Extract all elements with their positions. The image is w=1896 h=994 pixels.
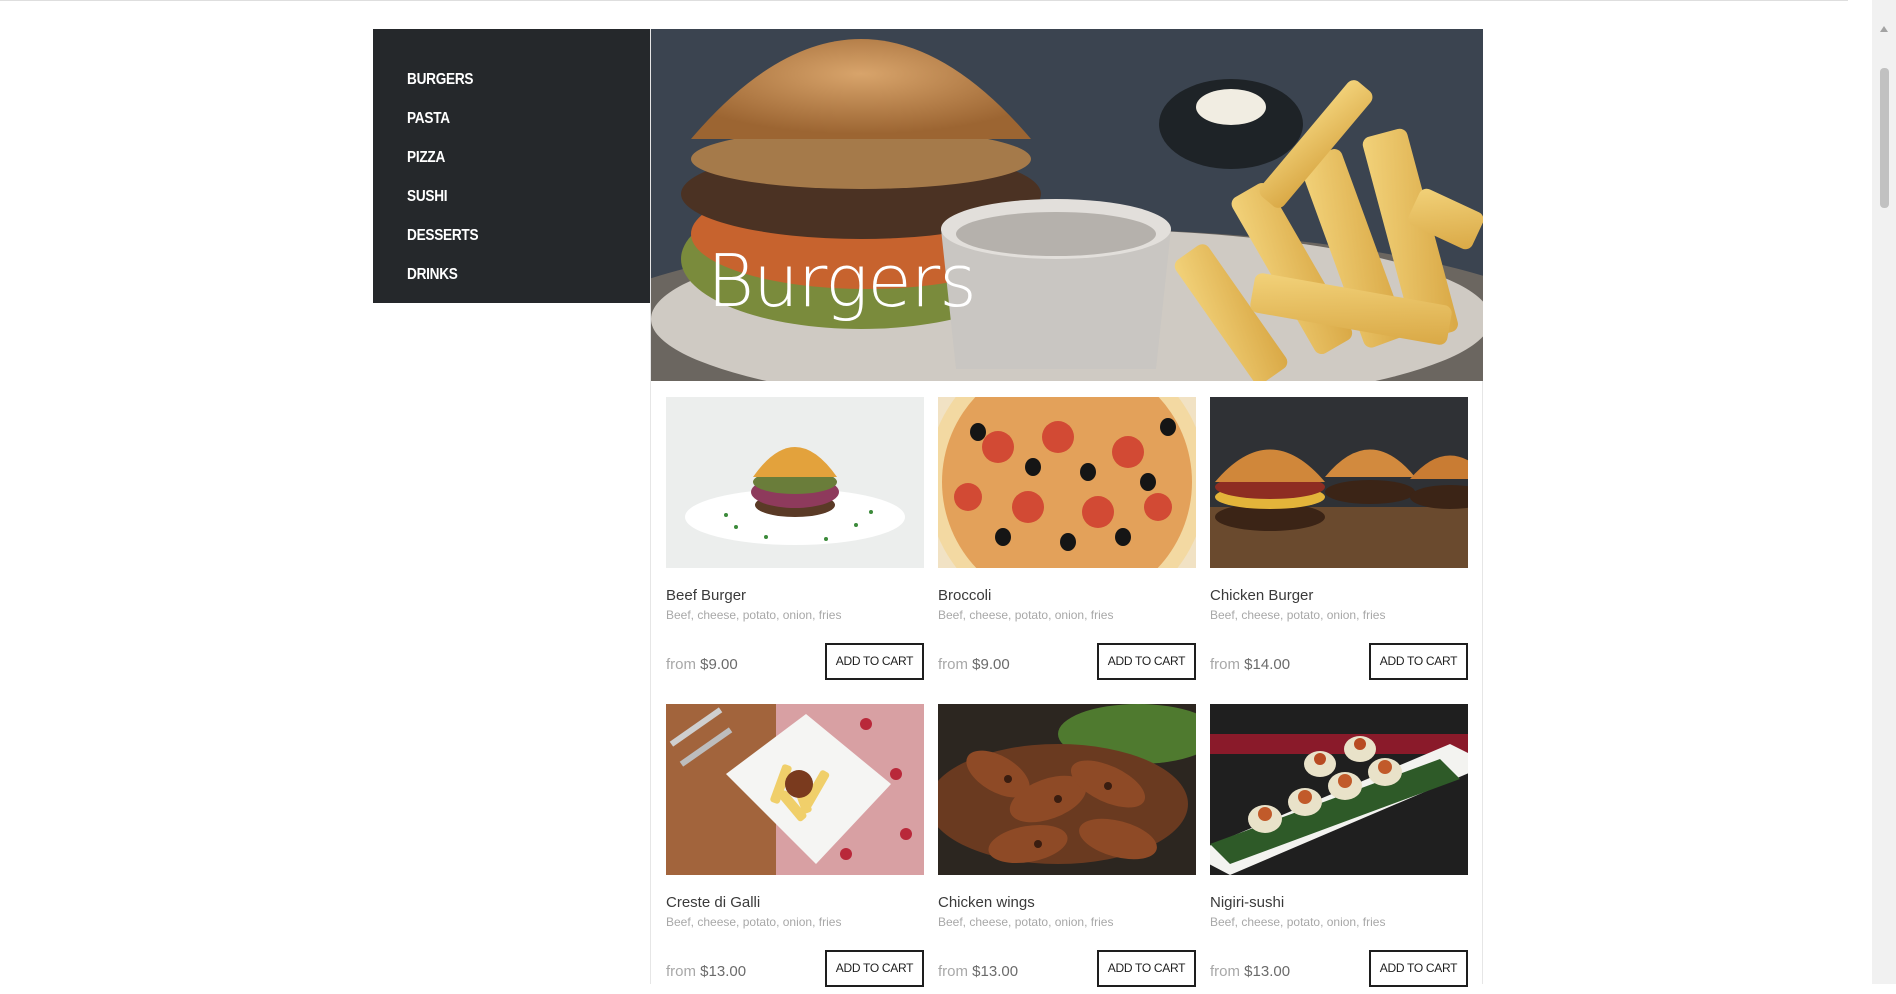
scroll-thumb[interactable] bbox=[1880, 68, 1889, 208]
product-description: Beef, cheese, potato, onion, fries bbox=[938, 608, 1114, 622]
product-price: from $13.00 bbox=[938, 963, 1018, 980]
product-card: Broccoli Beef, cheese, potato, onion, fr… bbox=[938, 397, 1196, 687]
pasta-image[interactable] bbox=[666, 704, 924, 875]
sidebar-item-burgers[interactable]: BURGERS bbox=[407, 60, 614, 99]
sidebar-item-sushi[interactable]: SUSHI bbox=[407, 177, 614, 216]
product-card: Chicken wings Beef, cheese, potato, onio… bbox=[938, 704, 1196, 994]
product-name[interactable]: Beef Burger bbox=[666, 587, 746, 604]
main-content: Burgers Beef Burger Beef, cheese, potato… bbox=[650, 29, 1483, 987]
product-name[interactable]: Creste di Galli bbox=[666, 894, 760, 911]
page-scrollbar[interactable] bbox=[1872, 0, 1896, 984]
product-price: from $13.00 bbox=[666, 963, 746, 980]
price-prefix: from bbox=[666, 656, 696, 673]
sidebar-item-desserts[interactable]: DESSERTS bbox=[407, 216, 614, 255]
price-prefix: from bbox=[1210, 656, 1240, 673]
product-description: Beef, cheese, potato, onion, fries bbox=[666, 608, 842, 622]
product-name[interactable]: Chicken wings bbox=[938, 894, 1035, 911]
price-amount: $9.00 bbox=[972, 656, 1010, 673]
product-price: from $9.00 bbox=[938, 656, 1010, 673]
chicken-burger-image[interactable] bbox=[1210, 397, 1468, 568]
product-description: Beef, cheese, potato, onion, fries bbox=[938, 915, 1114, 929]
sidebar-item-pizza[interactable]: PIZZA bbox=[407, 138, 614, 177]
add-to-cart-button[interactable]: ADD TO CART bbox=[1097, 950, 1196, 987]
price-amount: $13.00 bbox=[1244, 963, 1291, 980]
product-name[interactable]: Chicken Burger bbox=[1210, 587, 1313, 604]
hero-burger-photo bbox=[651, 29, 1483, 381]
price-amount: $13.00 bbox=[972, 963, 1019, 980]
pizza-image[interactable] bbox=[938, 397, 1196, 568]
add-to-cart-button[interactable]: ADD TO CART bbox=[825, 950, 924, 987]
add-to-cart-button[interactable]: ADD TO CART bbox=[1369, 643, 1468, 680]
product-description: Beef, cheese, potato, onion, fries bbox=[666, 915, 842, 929]
price-amount: $14.00 bbox=[1244, 656, 1291, 673]
scroll-up-arrow-icon[interactable] bbox=[1880, 26, 1888, 32]
top-divider bbox=[0, 0, 1848, 1]
price-prefix: from bbox=[938, 963, 968, 980]
product-card: Creste di Galli Beef, cheese, potato, on… bbox=[666, 704, 924, 994]
product-description: Beef, cheese, potato, onion, fries bbox=[1210, 915, 1386, 929]
price-amount: $13.00 bbox=[700, 963, 747, 980]
product-price: from $13.00 bbox=[1210, 963, 1290, 980]
product-price: from $9.00 bbox=[666, 656, 738, 673]
sushi-image[interactable] bbox=[1210, 704, 1468, 875]
product-card: Beef Burger Beef, cheese, potato, onion,… bbox=[666, 397, 924, 687]
sidebar-item-drinks[interactable]: DRINKS bbox=[407, 255, 614, 294]
category-sidebar: BURGERS PASTA PIZZA SUSHI DESSERTS DRINK… bbox=[373, 29, 650, 303]
product-description: Beef, cheese, potato, onion, fries bbox=[1210, 608, 1386, 622]
add-to-cart-button[interactable]: ADD TO CART bbox=[1369, 950, 1468, 987]
chicken-wings-image[interactable] bbox=[938, 704, 1196, 875]
add-to-cart-button[interactable]: ADD TO CART bbox=[1097, 643, 1196, 680]
category-title: Burgers bbox=[707, 239, 977, 323]
price-prefix: from bbox=[1210, 963, 1240, 980]
price-prefix: from bbox=[666, 963, 696, 980]
add-to-cart-button[interactable]: ADD TO CART bbox=[825, 643, 924, 680]
price-amount: $9.00 bbox=[700, 656, 738, 673]
price-prefix: from bbox=[938, 656, 968, 673]
product-name[interactable]: Nigiri-sushi bbox=[1210, 894, 1284, 911]
category-hero-banner: Burgers bbox=[651, 29, 1483, 381]
sidebar-item-pasta[interactable]: PASTA bbox=[407, 99, 614, 138]
product-card: Nigiri-sushi Beef, cheese, potato, onion… bbox=[1210, 704, 1468, 994]
product-name[interactable]: Broccoli bbox=[938, 587, 991, 604]
category-menu: BURGERS PASTA PIZZA SUSHI DESSERTS DRINK… bbox=[373, 29, 650, 294]
beef-burger-image[interactable] bbox=[666, 397, 924, 568]
product-price: from $14.00 bbox=[1210, 656, 1290, 673]
product-card: Chicken Burger Beef, cheese, potato, oni… bbox=[1210, 397, 1468, 687]
